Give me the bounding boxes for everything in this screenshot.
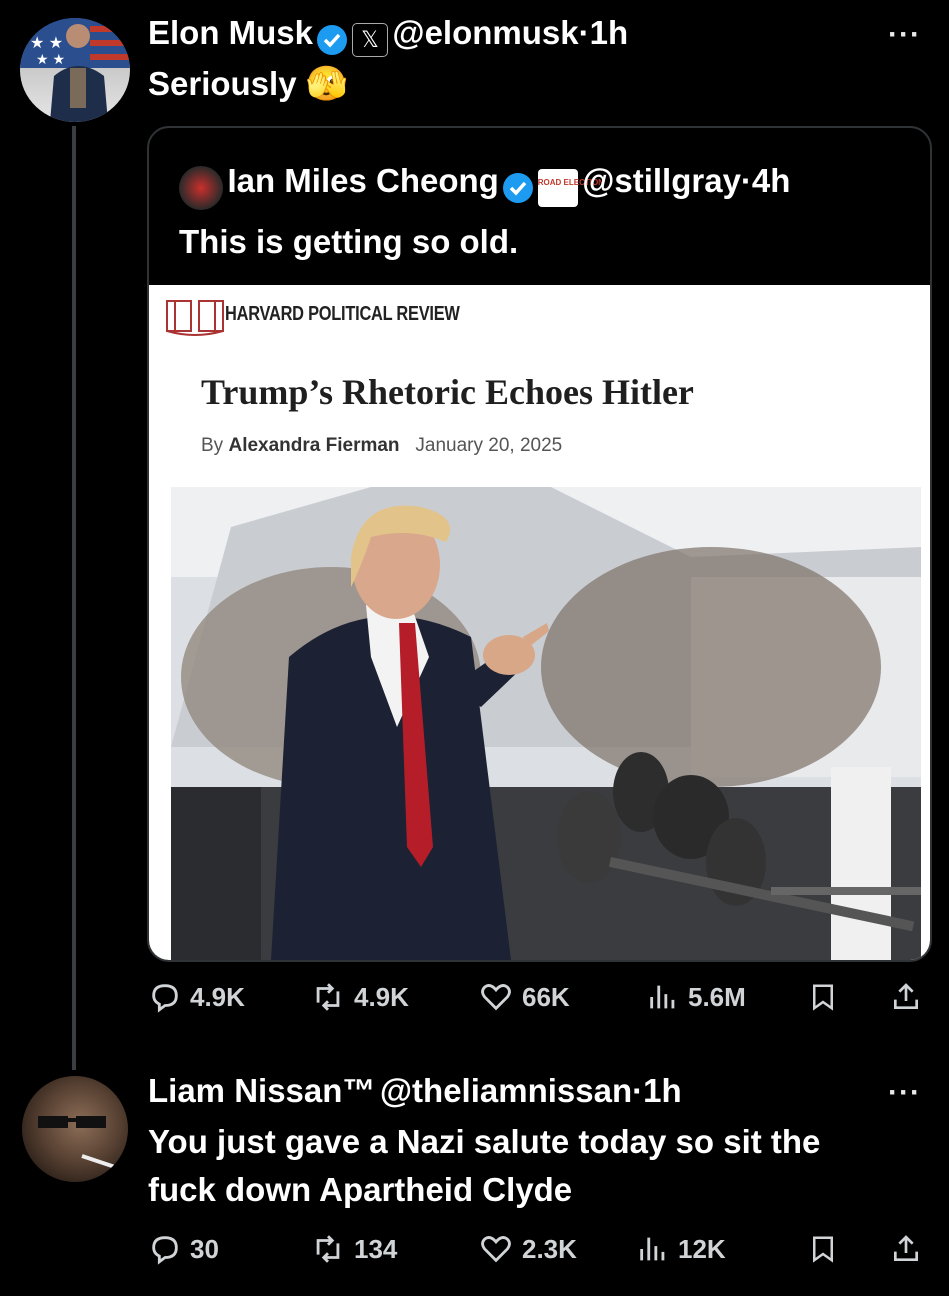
reply-views-count: 12K [678, 1233, 726, 1264]
quote-header: Ian Miles Cheong ROAD ELECTION @stillgra… [179, 162, 790, 210]
verified-badge-icon [317, 24, 348, 55]
reply-text-line-1: You just gave a Nazi salute today so sit… [148, 1123, 821, 1160]
quote-handle[interactable]: @stillgray [582, 162, 741, 199]
tweet-text-row: Seriously 🫣 [148, 60, 348, 108]
reply-separator-dot: · [632, 1072, 644, 1109]
article-screenshot[interactable]: HARVARD POLITICAL REVIEW Trump’s Rhetori… [149, 285, 930, 960]
reply-more-options-icon[interactable]: ··· [888, 1076, 921, 1110]
article-headline: Trump’s Rhetoric Echoes Hitler [201, 372, 694, 412]
svg-text:★ ★: ★ ★ [36, 51, 65, 67]
tweet-text: Seriously [148, 65, 297, 102]
reply-icon [152, 1236, 178, 1265]
publication-name: HARVARD POLITICAL REVIEW [225, 303, 460, 325]
reply-header: Liam Nissan™ @theliamnissan·1h [148, 1072, 682, 1110]
quote-text: This is getting so old. [179, 223, 519, 260]
reply-handle[interactable]: @theliamnissan [380, 1072, 632, 1109]
reply-repost-button[interactable]: 134 [310, 1232, 397, 1266]
heart-icon [481, 984, 511, 1011]
like-button[interactable]: 66K [478, 980, 570, 1014]
svg-text:★ ★: ★ ★ [30, 35, 63, 52]
road-election-badge: ROAD ELECTION [537, 168, 604, 207]
share-icon [894, 1235, 918, 1261]
like-count: 66K [522, 981, 570, 1012]
share-button[interactable] [890, 980, 922, 1014]
more-options-icon[interactable]: ··· [888, 18, 921, 52]
bookmark-icon [813, 1236, 833, 1263]
bookmark-button[interactable] [808, 980, 838, 1014]
reply-button[interactable]: 4.9K [148, 980, 245, 1014]
reply-like-button[interactable]: 2.3K [478, 1232, 577, 1266]
separator-dot: · [578, 14, 590, 51]
quoted-tweet-card[interactable]: Ian Miles Cheong ROAD ELECTION @stillgra… [147, 126, 932, 962]
reply-time[interactable]: 1h [643, 1072, 682, 1109]
share-icon [894, 983, 918, 1009]
tweet-header: Elon Musk 𝕏 @elonmusk·1h [148, 14, 628, 57]
elon-avatar[interactable]: ★ ★ ★ ★ [20, 18, 130, 122]
views-count: 5.6M [688, 981, 746, 1012]
author-handle[interactable]: @elonmusk [392, 14, 578, 51]
reply-author-name[interactable]: Liam Nissan™ [148, 1072, 375, 1109]
peeking-face-emoji: 🫣 [305, 65, 349, 103]
reply-views-button[interactable]: 12K [636, 1232, 726, 1266]
repost-button[interactable]: 4.9K [310, 980, 409, 1014]
quote-avatar[interactable] [179, 165, 223, 210]
reply-like-count: 2.3K [522, 1233, 577, 1264]
tweet-action-bar: 4.9K 4.9K 66K 5.6M [148, 980, 928, 1020]
x-affiliation-icon: 𝕏 [351, 22, 388, 57]
reply-reply-button[interactable]: 30 [148, 1232, 219, 1266]
article-byline: By Alexandra Fierman January 20, 2025 [201, 435, 562, 457]
views-button[interactable]: 5.6M [646, 980, 746, 1014]
reply-icon [152, 984, 178, 1013]
repost-icon [316, 1235, 340, 1263]
bookmark-icon [813, 984, 833, 1011]
author-name[interactable]: Elon Musk [148, 14, 313, 51]
article-date: January 20, 2025 [415, 435, 563, 456]
article-author: Alexandra Fierman [228, 435, 400, 456]
views-icon [650, 985, 675, 1009]
article-photo [171, 487, 921, 960]
liam-avatar[interactable] [22, 1076, 128, 1182]
reply-share-button[interactable] [890, 1232, 922, 1266]
reply-text-line-2: fuck down Apartheid Clyde [148, 1171, 573, 1208]
reply-reply-count: 30 [190, 1233, 219, 1264]
quote-separator-dot: · [740, 162, 752, 199]
reply-repost-count: 134 [354, 1233, 398, 1264]
reply-bookmark-button[interactable] [808, 1232, 838, 1266]
thread-line [72, 126, 76, 1070]
heart-icon [481, 1236, 511, 1263]
reply-action-bar: 30 134 2.3K 12K [148, 1232, 928, 1272]
reply-count: 4.9K [190, 981, 245, 1012]
repost-count: 4.9K [354, 981, 409, 1012]
quote-verified-badge-icon [503, 172, 534, 203]
hpr-book-logo-icon [165, 295, 225, 344]
repost-icon [316, 983, 340, 1011]
views-icon [640, 1237, 665, 1261]
quote-author-name[interactable]: Ian Miles Cheong [227, 162, 498, 199]
byline-prefix: By [201, 435, 224, 456]
quote-time[interactable]: 4h [752, 162, 791, 199]
post-time[interactable]: 1h [590, 14, 629, 51]
